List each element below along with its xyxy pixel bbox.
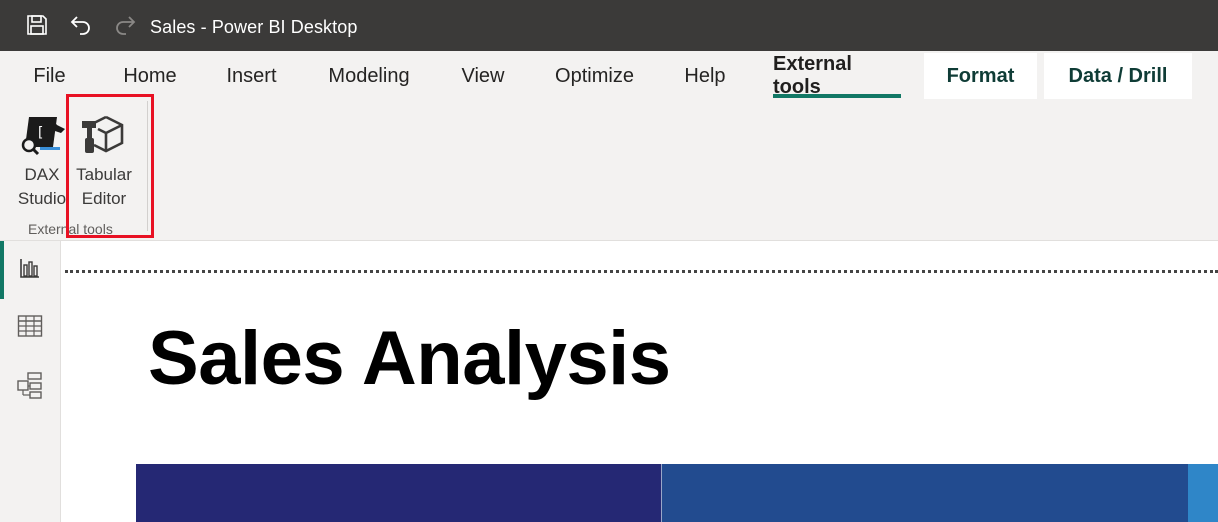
window-title: Sales - Power BI Desktop	[150, 17, 358, 37]
report-title[interactable]: Sales Analysis	[148, 315, 671, 402]
model-view-icon	[16, 371, 44, 404]
header-band-light	[1188, 464, 1218, 522]
title-bar: Sales - Power BI Desktop	[0, 0, 1218, 51]
dax-studio-icon: [	[17, 111, 67, 157]
header-band-dark	[136, 464, 661, 522]
tab-external-tools[interactable]: External tools	[773, 51, 901, 101]
left-nav	[0, 241, 61, 522]
svg-text:[: [	[36, 125, 44, 141]
tab-data-drill[interactable]: Data / Drill	[1044, 53, 1192, 99]
tab-modeling[interactable]: Modeling	[314, 51, 424, 101]
undo-icon[interactable]	[68, 12, 94, 38]
save-icon[interactable]	[24, 12, 50, 38]
report-view-button[interactable]	[0, 241, 60, 299]
dax-studio-button[interactable]: [ DAX Studio	[12, 111, 68, 221]
ribbon: File Home Insert Modeling View Optimize …	[0, 51, 1218, 241]
tab-view[interactable]: View	[450, 51, 516, 101]
dax-studio-label-line1: DAX	[24, 165, 60, 184]
report-canvas[interactable]: Sales Analysis	[62, 241, 1218, 522]
model-view-button[interactable]	[0, 358, 60, 416]
tab-format[interactable]: Format	[924, 53, 1037, 99]
redo-icon	[112, 12, 138, 38]
table-view-button[interactable]	[0, 299, 60, 357]
highlight-box	[66, 94, 154, 238]
tab-insert[interactable]: Insert	[215, 51, 288, 101]
table-view-icon	[17, 314, 43, 343]
tab-help[interactable]: Help	[673, 51, 737, 101]
dax-studio-label-line2: Studio	[17, 189, 67, 208]
dax-studio-label: DAX Studio	[12, 163, 72, 211]
tab-optimize[interactable]: Optimize	[542, 51, 647, 101]
header-band-mid	[662, 464, 1188, 522]
page-top-border	[65, 270, 1218, 273]
report-view-icon	[18, 256, 42, 285]
